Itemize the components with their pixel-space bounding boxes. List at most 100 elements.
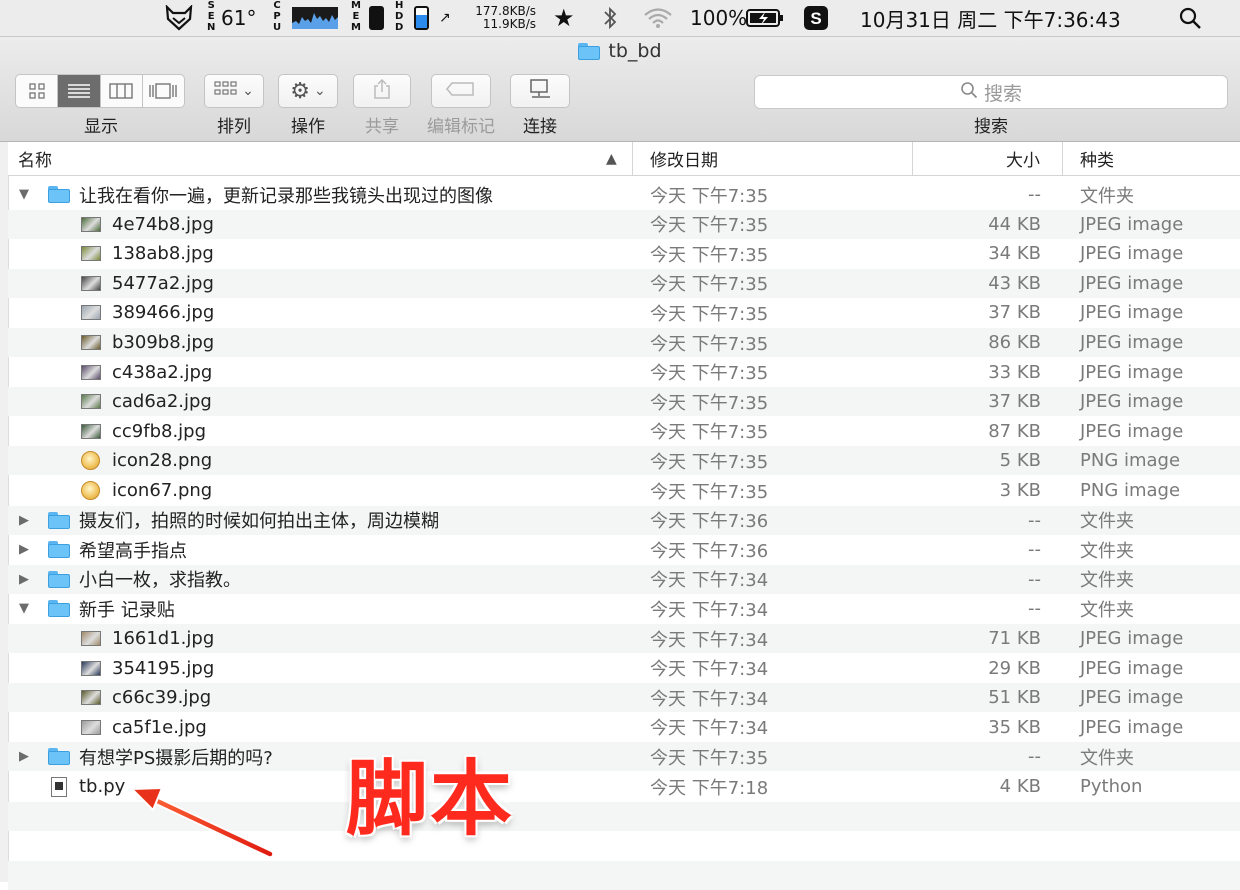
clock[interactable]: 10月31日 周二 下午7:36:43 (860, 0, 1121, 36)
hdd-label: HDD (395, 0, 404, 33)
file-row[interactable]: 1661d1.jpg 今天 下午7:34 71 KB JPEG image (8, 624, 1240, 653)
connect-button[interactable] (510, 74, 570, 108)
star-icon[interactable]: ★ (553, 0, 575, 36)
folder-row[interactable]: ▶ 小白一枚，求指教。 今天 下午7:34 -- 文件夹 (8, 564, 1240, 594)
file-row[interactable]: 138ab8.jpg 今天 下午7:35 34 KB JPEG image (8, 239, 1240, 268)
file-kind: JPEG image (1080, 243, 1184, 265)
file-row[interactable]: cc9fb8.jpg 今天 下午7:35 87 KB JPEG image (8, 417, 1240, 446)
png-file-icon (81, 446, 100, 475)
image-file-icon (81, 683, 101, 712)
disk-bar[interactable] (414, 6, 429, 30)
column-kind-header[interactable]: 种类 (1080, 142, 1114, 175)
folder-row[interactable]: ▶ 有想学PS摄影后期的吗? 今天 下午7:35 -- 文件夹 (8, 742, 1240, 772)
column-view-button[interactable] (101, 75, 143, 107)
file-size: 33 KB (988, 361, 1041, 383)
sort-ascending-icon[interactable]: ▲ (606, 142, 617, 175)
folder-row[interactable]: ▼ 新手 记录贴 今天 下午7:34 -- 文件夹 (8, 594, 1240, 623)
battery-charging-icon[interactable] (746, 0, 784, 36)
image-file-icon (81, 210, 101, 239)
modified-date: 今天 下午7:34 (650, 629, 769, 651)
file-name: 小白一枚，求指教。 (79, 570, 241, 592)
image-file-icon (81, 239, 101, 268)
modified-date: 今天 下午7:35 (650, 422, 769, 444)
spotlight-search-icon[interactable] (1178, 0, 1202, 36)
file-name: 389466.jpg (112, 302, 215, 324)
list-view-button[interactable] (58, 75, 101, 107)
tag-icon (446, 81, 476, 102)
file-row[interactable]: c438a2.jpg 今天 下午7:35 33 KB JPEG image (8, 358, 1240, 387)
wifi-icon[interactable] (643, 0, 673, 36)
menu-bar: SEN 61° CPU MEM HDD ↗ 177.8KB/s 11.9KB/s… (0, 0, 1240, 37)
sogou-input-icon[interactable]: S (803, 0, 829, 36)
modified-date: 今天 下午7:35 (650, 363, 769, 385)
file-row[interactable]: 5477a2.jpg 今天 下午7:35 43 KB JPEG image (8, 268, 1240, 298)
file-row[interactable]: ca5f1e.jpg 今天 下午7:34 35 KB JPEG image (8, 713, 1240, 742)
file-kind: PNG image (1080, 480, 1181, 501)
network-speed[interactable]: 177.8KB/s 11.9KB/s (460, 0, 536, 36)
file-name: b309b8.jpg (112, 332, 215, 353)
file-row[interactable]: icon67.png 今天 下午7:35 3 KB PNG image (8, 476, 1240, 505)
folder-row[interactable]: ▶ 摄友们，拍照的时候如何拍出主体，周边模糊 今天 下午7:36 -- 文件夹 (8, 505, 1240, 535)
file-name: 1661d1.jpg (112, 628, 215, 649)
file-name: cad6a2.jpg (112, 391, 212, 413)
file-kind: JPEG image (1080, 687, 1184, 709)
battery-percent[interactable]: 100% (690, 0, 747, 36)
search-field[interactable]: 搜索 (754, 75, 1228, 109)
disclosure-closed-icon[interactable]: ▶ (19, 506, 29, 535)
folder-row[interactable]: ▶ 希望高手指点 今天 下午7:36 -- 文件夹 (8, 535, 1240, 564)
column-separator[interactable] (912, 142, 913, 175)
arrange-button[interactable]: ⌄ (204, 74, 264, 108)
file-size: 51 KB (988, 687, 1041, 709)
column-date-header[interactable]: 修改日期 (650, 142, 718, 175)
file-row[interactable]: cad6a2.jpg 今天 下午7:35 37 KB JPEG image (8, 387, 1240, 417)
column-separator[interactable] (1062, 142, 1063, 175)
gallery-view-button[interactable] (143, 75, 184, 107)
network-arrows-icon: ↗ (439, 10, 451, 26)
file-size: 86 KB (988, 332, 1041, 353)
disclosure-closed-icon[interactable]: ▶ (19, 742, 29, 771)
file-row[interactable]: 389466.jpg 今天 下午7:35 37 KB JPEG image (8, 298, 1240, 327)
file-row[interactable]: 4e74b8.jpg 今天 下午7:35 44 KB JPEG image (8, 209, 1240, 239)
disclosure-closed-icon[interactable]: ▶ (19, 565, 29, 594)
file-name: 138ab8.jpg (112, 243, 214, 265)
file-kind: JPEG image (1080, 213, 1184, 235)
action-button[interactable]: ⚙ ⌄ (278, 74, 338, 108)
modified-date: 今天 下午7:35 (650, 303, 769, 325)
edit-tags-button[interactable] (431, 74, 491, 108)
cpu-label: CPU (273, 0, 282, 33)
file-kind: JPEG image (1080, 332, 1184, 353)
file-row[interactable]: 354195.jpg 今天 下午7:34 29 KB JPEG image (8, 654, 1240, 683)
file-row[interactable]: b309b8.jpg 今天 下午7:35 86 KB JPEG image (8, 328, 1240, 357)
search-icon (960, 81, 978, 104)
column-size-header[interactable]: 大小 (998, 142, 1040, 175)
column-name-header[interactable]: 名称 (18, 142, 52, 175)
file-size: 35 KB (988, 716, 1041, 738)
file-row[interactable]: icon28.png 今天 下午7:35 5 KB PNG image (8, 446, 1240, 476)
view-mode-segmented-control[interactable] (15, 74, 185, 108)
bluetooth-icon[interactable] (601, 0, 619, 36)
file-name: c438a2.jpg (112, 361, 213, 383)
disclosure-closed-icon[interactable]: ▶ (19, 535, 29, 564)
file-kind: 文件夹 (1080, 747, 1134, 769)
share-button[interactable] (353, 74, 411, 108)
arrange-icon (214, 80, 238, 103)
disclosure-open-icon[interactable]: ▼ (19, 594, 29, 623)
file-size: 37 KB (988, 391, 1041, 413)
column-separator[interactable] (632, 142, 633, 175)
cpu-graph[interactable] (292, 7, 338, 29)
icon-view-button[interactable] (16, 75, 59, 107)
fox-app-icon[interactable] (164, 0, 194, 36)
file-row[interactable]: c66c39.jpg 今天 下午7:34 51 KB JPEG image (8, 683, 1240, 713)
modified-date: 今天 下午7:35 (650, 185, 769, 207)
modified-date: 今天 下午7:35 (650, 215, 769, 237)
disclosure-open-icon[interactable]: ▼ (19, 180, 29, 209)
modified-date: 今天 下午7:35 (650, 392, 769, 414)
folder-row[interactable]: ▼ 让我在看你一遍，更新记录那些我镜头出现过的图像 今天 下午7:35 -- 文件夹 (8, 180, 1240, 209)
file-size: 37 KB (988, 302, 1041, 324)
memory-bar[interactable] (369, 6, 384, 30)
file-name: icon67.png (112, 480, 213, 501)
folder-icon (48, 535, 72, 564)
temperature-readout[interactable]: 61° (221, 0, 256, 36)
modified-date: 今天 下午7:34 (650, 688, 769, 710)
file-name: 让我在看你一遍，更新记录那些我镜头出现过的图像 (79, 185, 493, 207)
